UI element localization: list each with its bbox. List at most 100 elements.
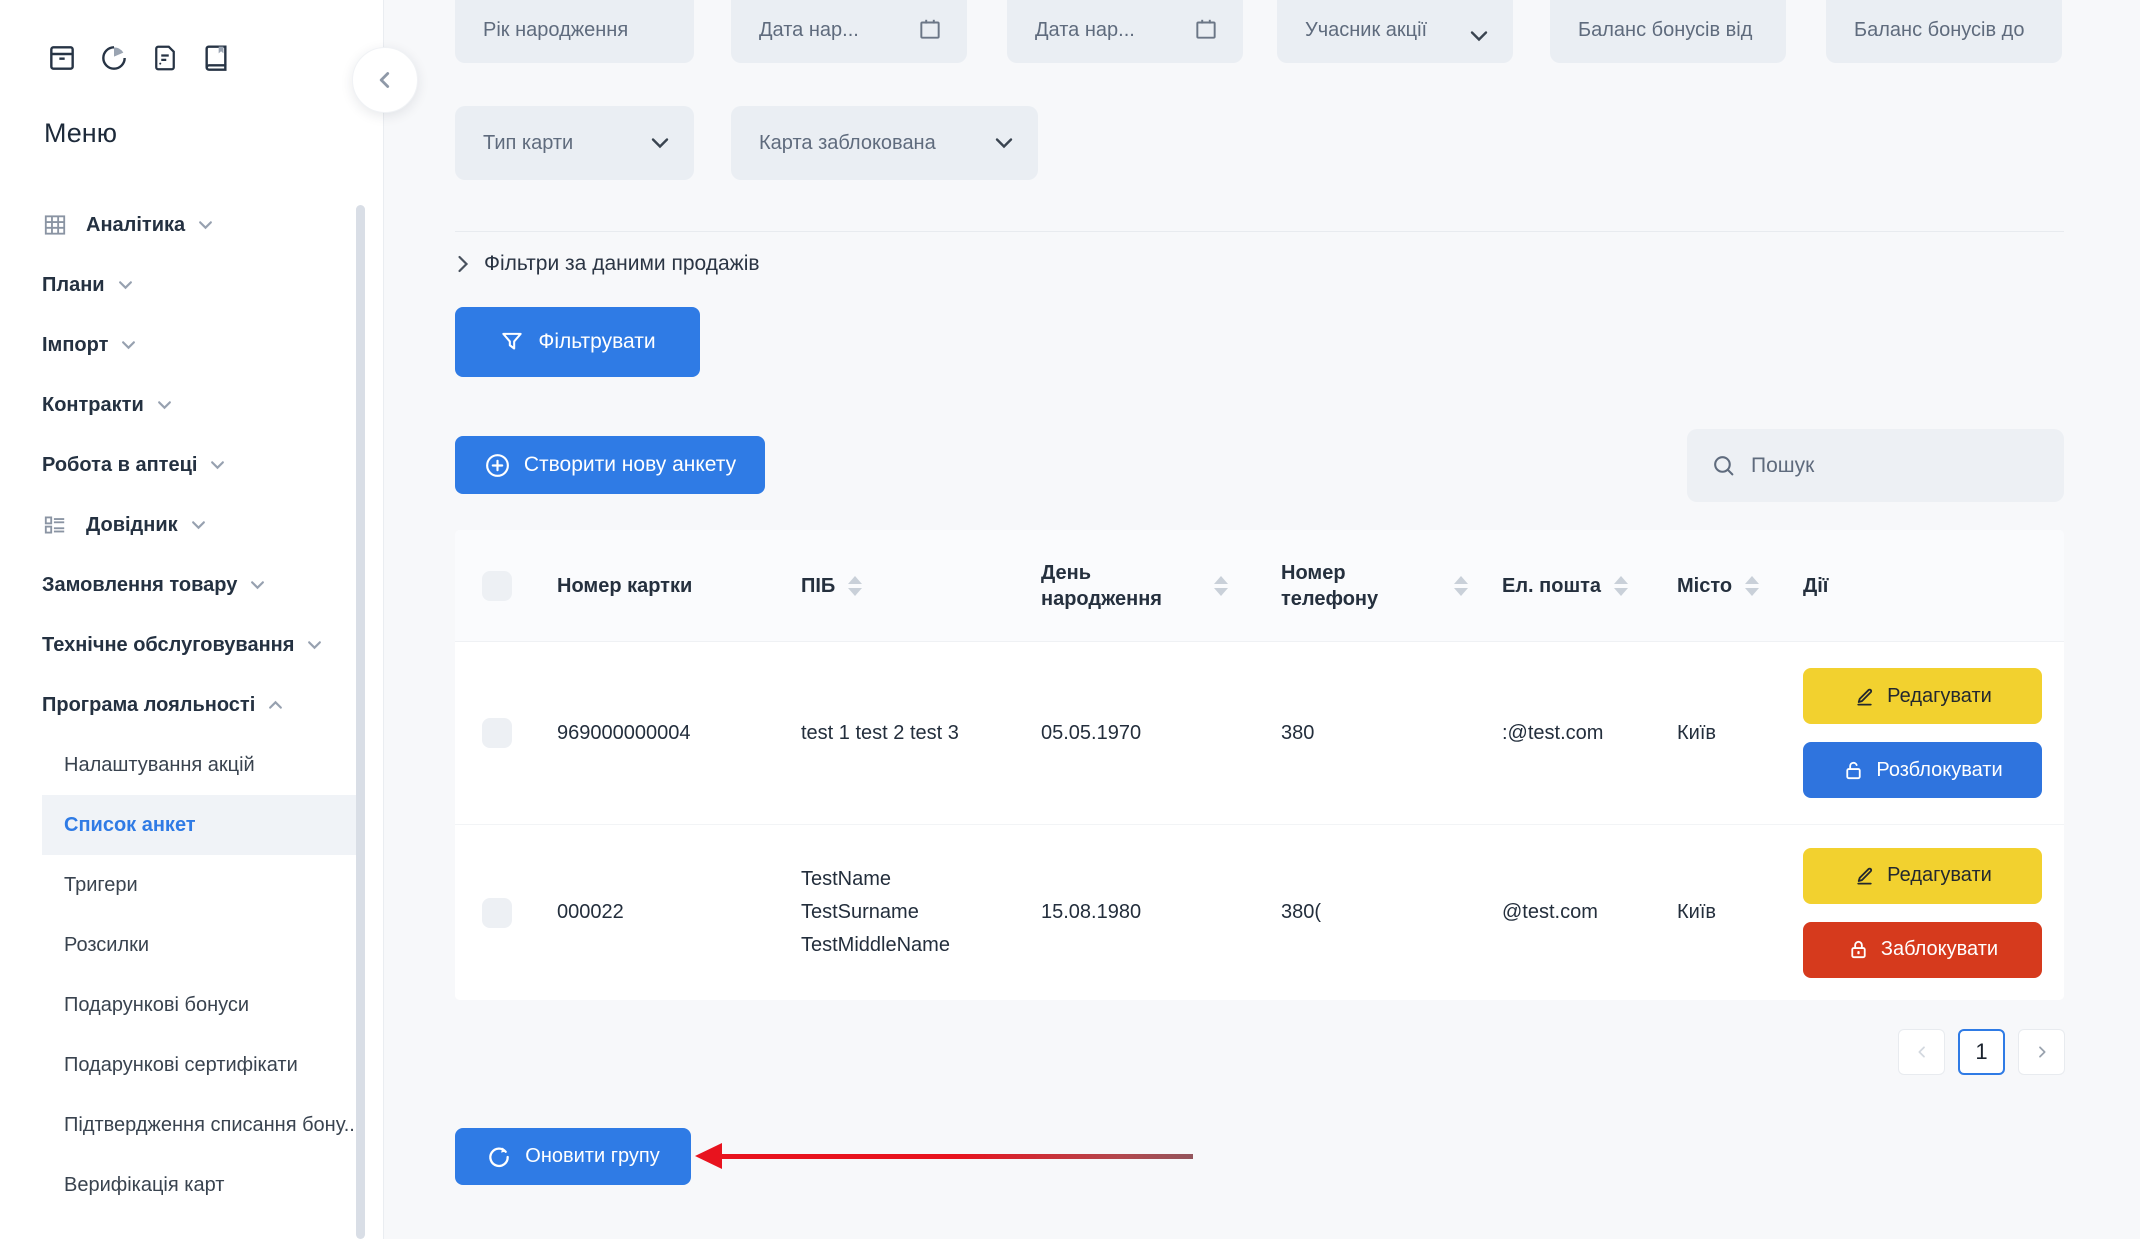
column-header-birthday[interactable]: День народження xyxy=(1014,530,1254,641)
block-button[interactable]: Заблокувати xyxy=(1803,922,2042,978)
sidebar-item-robota-v-aptetsi[interactable]: Робота в аптеці xyxy=(42,435,357,495)
calendar-icon[interactable] xyxy=(917,16,943,42)
card-type-value: Тип карти xyxy=(483,132,640,155)
sort-icon[interactable] xyxy=(1214,576,1228,596)
sort-icon[interactable] xyxy=(1454,576,1468,596)
filter-button-label: Фільтрувати xyxy=(538,330,655,354)
sidebar-scrollbar[interactable] xyxy=(356,205,365,1239)
bonus-balance-from-field[interactable] xyxy=(1550,0,1786,63)
cell-card-number: 969000000004 xyxy=(530,642,774,824)
search-icon xyxy=(1711,453,1736,478)
birth-year-input[interactable] xyxy=(483,19,670,42)
card-blocked-value: Карта заблокована xyxy=(759,132,984,155)
sidebar-item-plany[interactable]: Плани xyxy=(42,255,357,315)
cell-phone: 380( xyxy=(1254,825,1475,1000)
select-all-checkbox[interactable] xyxy=(482,571,512,601)
edit-button-label: Редагувати xyxy=(1887,685,1992,708)
birth-year-field[interactable] xyxy=(455,0,694,63)
sales-filters-toggle[interactable]: Фільтри за даними продажів xyxy=(457,248,760,280)
bonus-balance-from-input[interactable] xyxy=(1578,19,1762,42)
chevron-down-icon xyxy=(191,520,206,530)
sidebar-subitem-nalashtuvannia-aktsii[interactable]: Налаштування акцій xyxy=(42,735,357,795)
chevron-down-icon xyxy=(210,460,225,470)
search-input[interactable] xyxy=(1749,453,2040,479)
pencil-icon xyxy=(1853,864,1876,887)
book-icon[interactable] xyxy=(200,42,232,74)
sidebar-item-label: Замовлення товару xyxy=(42,574,237,597)
sidebar-subitem-tryhery[interactable]: Тригери xyxy=(42,855,357,915)
row-checkbox[interactable] xyxy=(482,898,512,928)
column-header-name[interactable]: ПІБ xyxy=(774,530,1014,641)
create-profile-button[interactable]: Створити нову анкету xyxy=(455,436,765,494)
update-group-button[interactable]: Оновити групу xyxy=(455,1128,691,1185)
sidebar-subitem-podarunkovi-bonusy[interactable]: Подарункові бонуси xyxy=(42,975,357,1035)
card-blocked-select[interactable]: Карта заблокована xyxy=(731,106,1038,180)
profiles-table: Номер картки ПІБ День народження Номер т… xyxy=(455,530,2064,1000)
sort-icon[interactable] xyxy=(1614,576,1628,596)
search-box[interactable] xyxy=(1687,429,2064,502)
sidebar-item-label: Програма лояльності xyxy=(42,694,255,717)
unblock-button[interactable]: Розблокувати xyxy=(1803,742,2042,798)
loyalty-program-page: Меню Аналітика Плани xyxy=(0,0,2140,1239)
sidebar-item-dovidnyk[interactable]: Довідник xyxy=(42,495,357,555)
birth-date-to-input[interactable] xyxy=(1035,19,1183,42)
sidebar-subitem-label: Подарункові сертифікати xyxy=(64,1054,298,1077)
create-profile-button-label: Створити нову анкету xyxy=(524,453,736,477)
unlock-icon xyxy=(1842,759,1865,782)
pagination-page-1[interactable]: 1 xyxy=(1958,1029,2005,1075)
sidebar-item-analityka[interactable]: Аналітика xyxy=(42,195,357,255)
sidebar-menu: Аналітика Плани Імпорт Контракти xyxy=(42,195,357,1215)
cell-card-number: 000022 xyxy=(530,825,774,1000)
sidebar-item-import[interactable]: Імпорт xyxy=(42,315,357,375)
sidebar-collapse-button[interactable] xyxy=(352,47,418,113)
sidebar-item-kontrakty[interactable]: Контракти xyxy=(42,375,357,435)
column-header-actions: Дії xyxy=(1776,530,2064,641)
card-type-select[interactable]: Тип карти xyxy=(455,106,694,180)
sidebar-item-tekhnichne-obslugovuvannia[interactable]: Технічне обслуговування xyxy=(42,615,357,675)
sidebar-subitem-veryfikatsiia-kart[interactable]: Верифікація карт xyxy=(42,1155,357,1215)
sidebar-item-label: Робота в аптеці xyxy=(42,454,197,477)
update-group-button-label: Оновити групу xyxy=(525,1145,659,1168)
sidebar-subitem-spysok-anket[interactable]: Список анкет xyxy=(42,795,357,855)
chevron-down-icon xyxy=(250,580,265,590)
sidebar-item-label: Технічне обслуговування xyxy=(42,634,294,657)
calendar-icon[interactable] xyxy=(1193,16,1219,42)
sidebar-subitem-rozsylky[interactable]: Розсилки xyxy=(42,915,357,975)
edit-button[interactable]: Редагувати xyxy=(1803,848,2042,904)
sidebar-subitem-podarunkovi-sertyfikaty[interactable]: Подарункові сертифікати xyxy=(42,1035,357,1095)
column-header-card-number: Номер картки xyxy=(530,530,774,641)
pagination-current-page: 1 xyxy=(1975,1039,1987,1065)
column-header-phone[interactable]: Номер телефону xyxy=(1254,530,1475,641)
chevron-down-icon xyxy=(118,280,133,290)
archive-box-icon[interactable] xyxy=(46,42,78,74)
sort-icon[interactable] xyxy=(1745,576,1759,596)
bonus-balance-to-input[interactable] xyxy=(1854,19,2038,42)
sort-icon[interactable] xyxy=(848,576,862,596)
table-row: 000022 TestName TestSurname TestMiddleNa… xyxy=(455,825,2064,1000)
edit-button[interactable]: Редагувати xyxy=(1803,668,2042,724)
table-row: 969000000004 test 1 test 2 test 3 05.05.… xyxy=(455,642,2064,825)
sidebar-item-zamovlennia-tovaru[interactable]: Замовлення товару xyxy=(42,555,357,615)
birth-date-from-input[interactable] xyxy=(759,19,907,42)
pie-chart-icon[interactable] xyxy=(98,42,130,74)
document-icon[interactable] xyxy=(150,42,180,74)
bonus-balance-to-field[interactable] xyxy=(1826,0,2062,63)
row-checkbox[interactable] xyxy=(482,718,512,748)
column-header-city[interactable]: Місто xyxy=(1650,530,1776,641)
filter-button[interactable]: Фільтрувати xyxy=(455,307,700,377)
cell-name: test 1 test 2 test 3 xyxy=(774,642,1014,824)
column-header-email[interactable]: Ел. пошта xyxy=(1475,530,1650,641)
sidebar-subitem-label: Розсилки xyxy=(64,934,149,957)
sidebar-subitem-label: Подарункові бонуси xyxy=(64,994,249,1017)
birth-date-to-field[interactable] xyxy=(1007,0,1243,63)
sidebar-item-programa-loialnosti[interactable]: Програма лояльності xyxy=(42,675,357,735)
cell-phone: 380 xyxy=(1254,642,1475,824)
sidebar-subitem-pidtverdzhennia-spysannia-bonusiv[interactable]: Підтвердження списання бону... xyxy=(42,1095,357,1155)
edit-button-label: Редагувати xyxy=(1887,864,1992,887)
birth-date-from-field[interactable] xyxy=(731,0,967,63)
promo-participant-value: Учасник акції xyxy=(1305,19,1459,42)
promo-participant-select[interactable]: Учасник акції xyxy=(1277,0,1513,63)
block-button-label: Заблокувати xyxy=(1881,938,1998,961)
pagination-next-button[interactable] xyxy=(2018,1029,2065,1075)
pagination-prev-button[interactable] xyxy=(1898,1029,1945,1075)
